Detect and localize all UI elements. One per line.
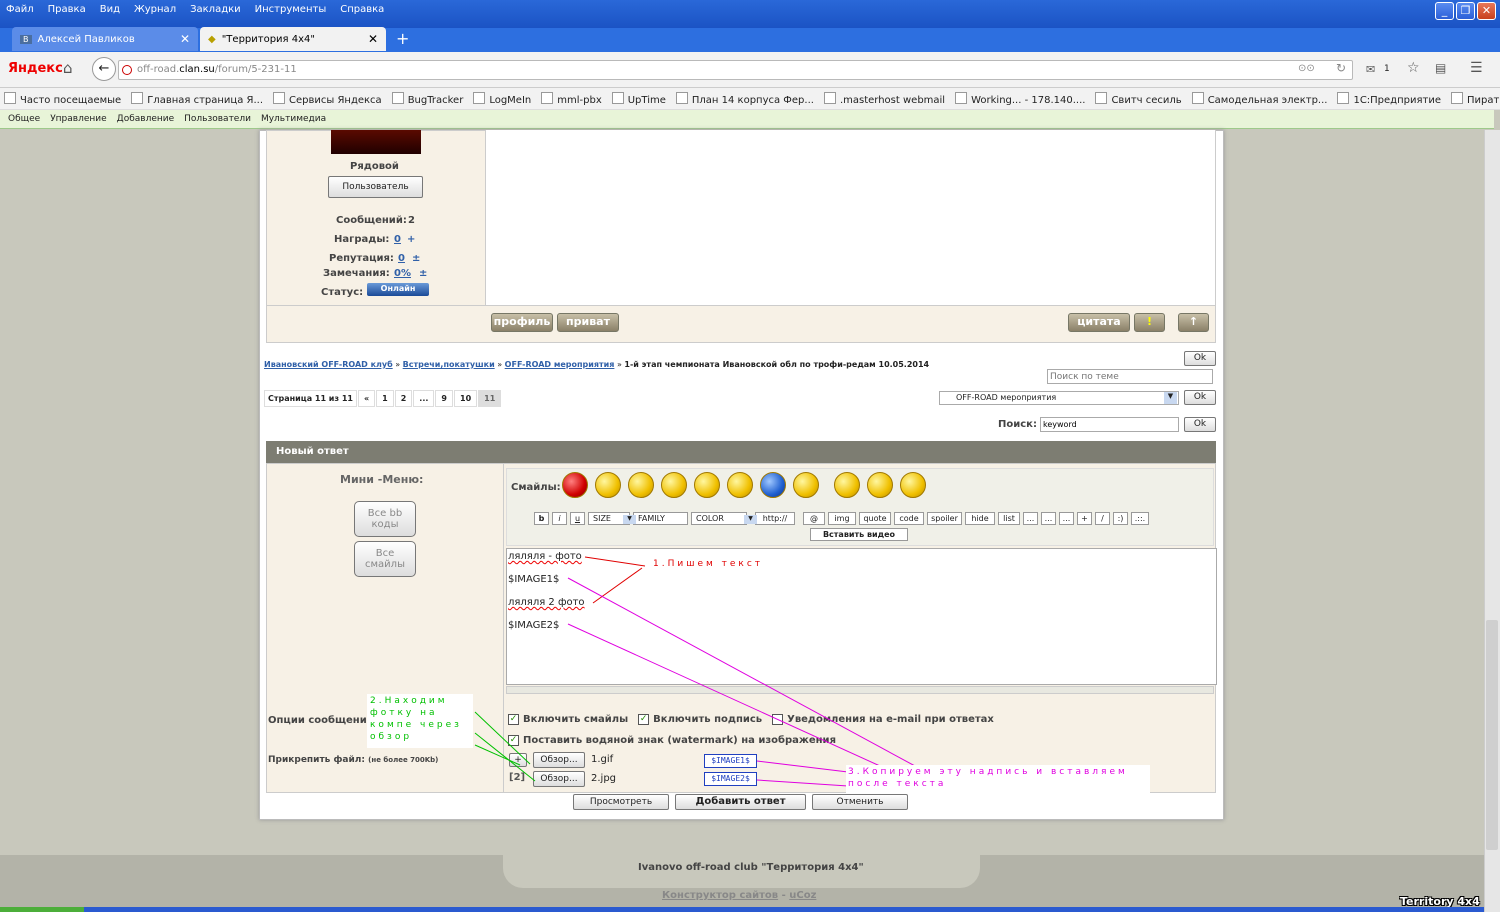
annotation-line-red xyxy=(584,556,646,567)
annotation-line-magenta xyxy=(567,577,916,767)
annotation-line-green xyxy=(474,711,531,765)
annotation-step-2: 2.Находим фотку на компе через обзор xyxy=(367,694,473,748)
footer-site-name: Ivanovo off-road club "Территория 4x4" xyxy=(638,862,864,873)
constructor-link[interactable]: Конструктор сайтов xyxy=(662,890,778,901)
footer-dash: - xyxy=(781,890,786,901)
annotation-lines xyxy=(474,556,916,787)
annotation-step-1: 1.Пишем текст xyxy=(649,558,787,570)
taskbar-start xyxy=(0,907,84,912)
taskbar xyxy=(84,907,1484,912)
ucoz-link[interactable]: uCoz xyxy=(789,890,816,901)
annotation-line-magenta xyxy=(567,623,881,767)
footer-links: Конструктор сайтов - uCoz xyxy=(662,890,816,901)
annotation-line-magenta xyxy=(756,760,849,773)
annotation-line-magenta xyxy=(756,779,849,787)
annotation-line-red xyxy=(592,567,643,604)
annotation-step-3: 3.Копируем эту надпись и вставляем после… xyxy=(846,765,1150,793)
